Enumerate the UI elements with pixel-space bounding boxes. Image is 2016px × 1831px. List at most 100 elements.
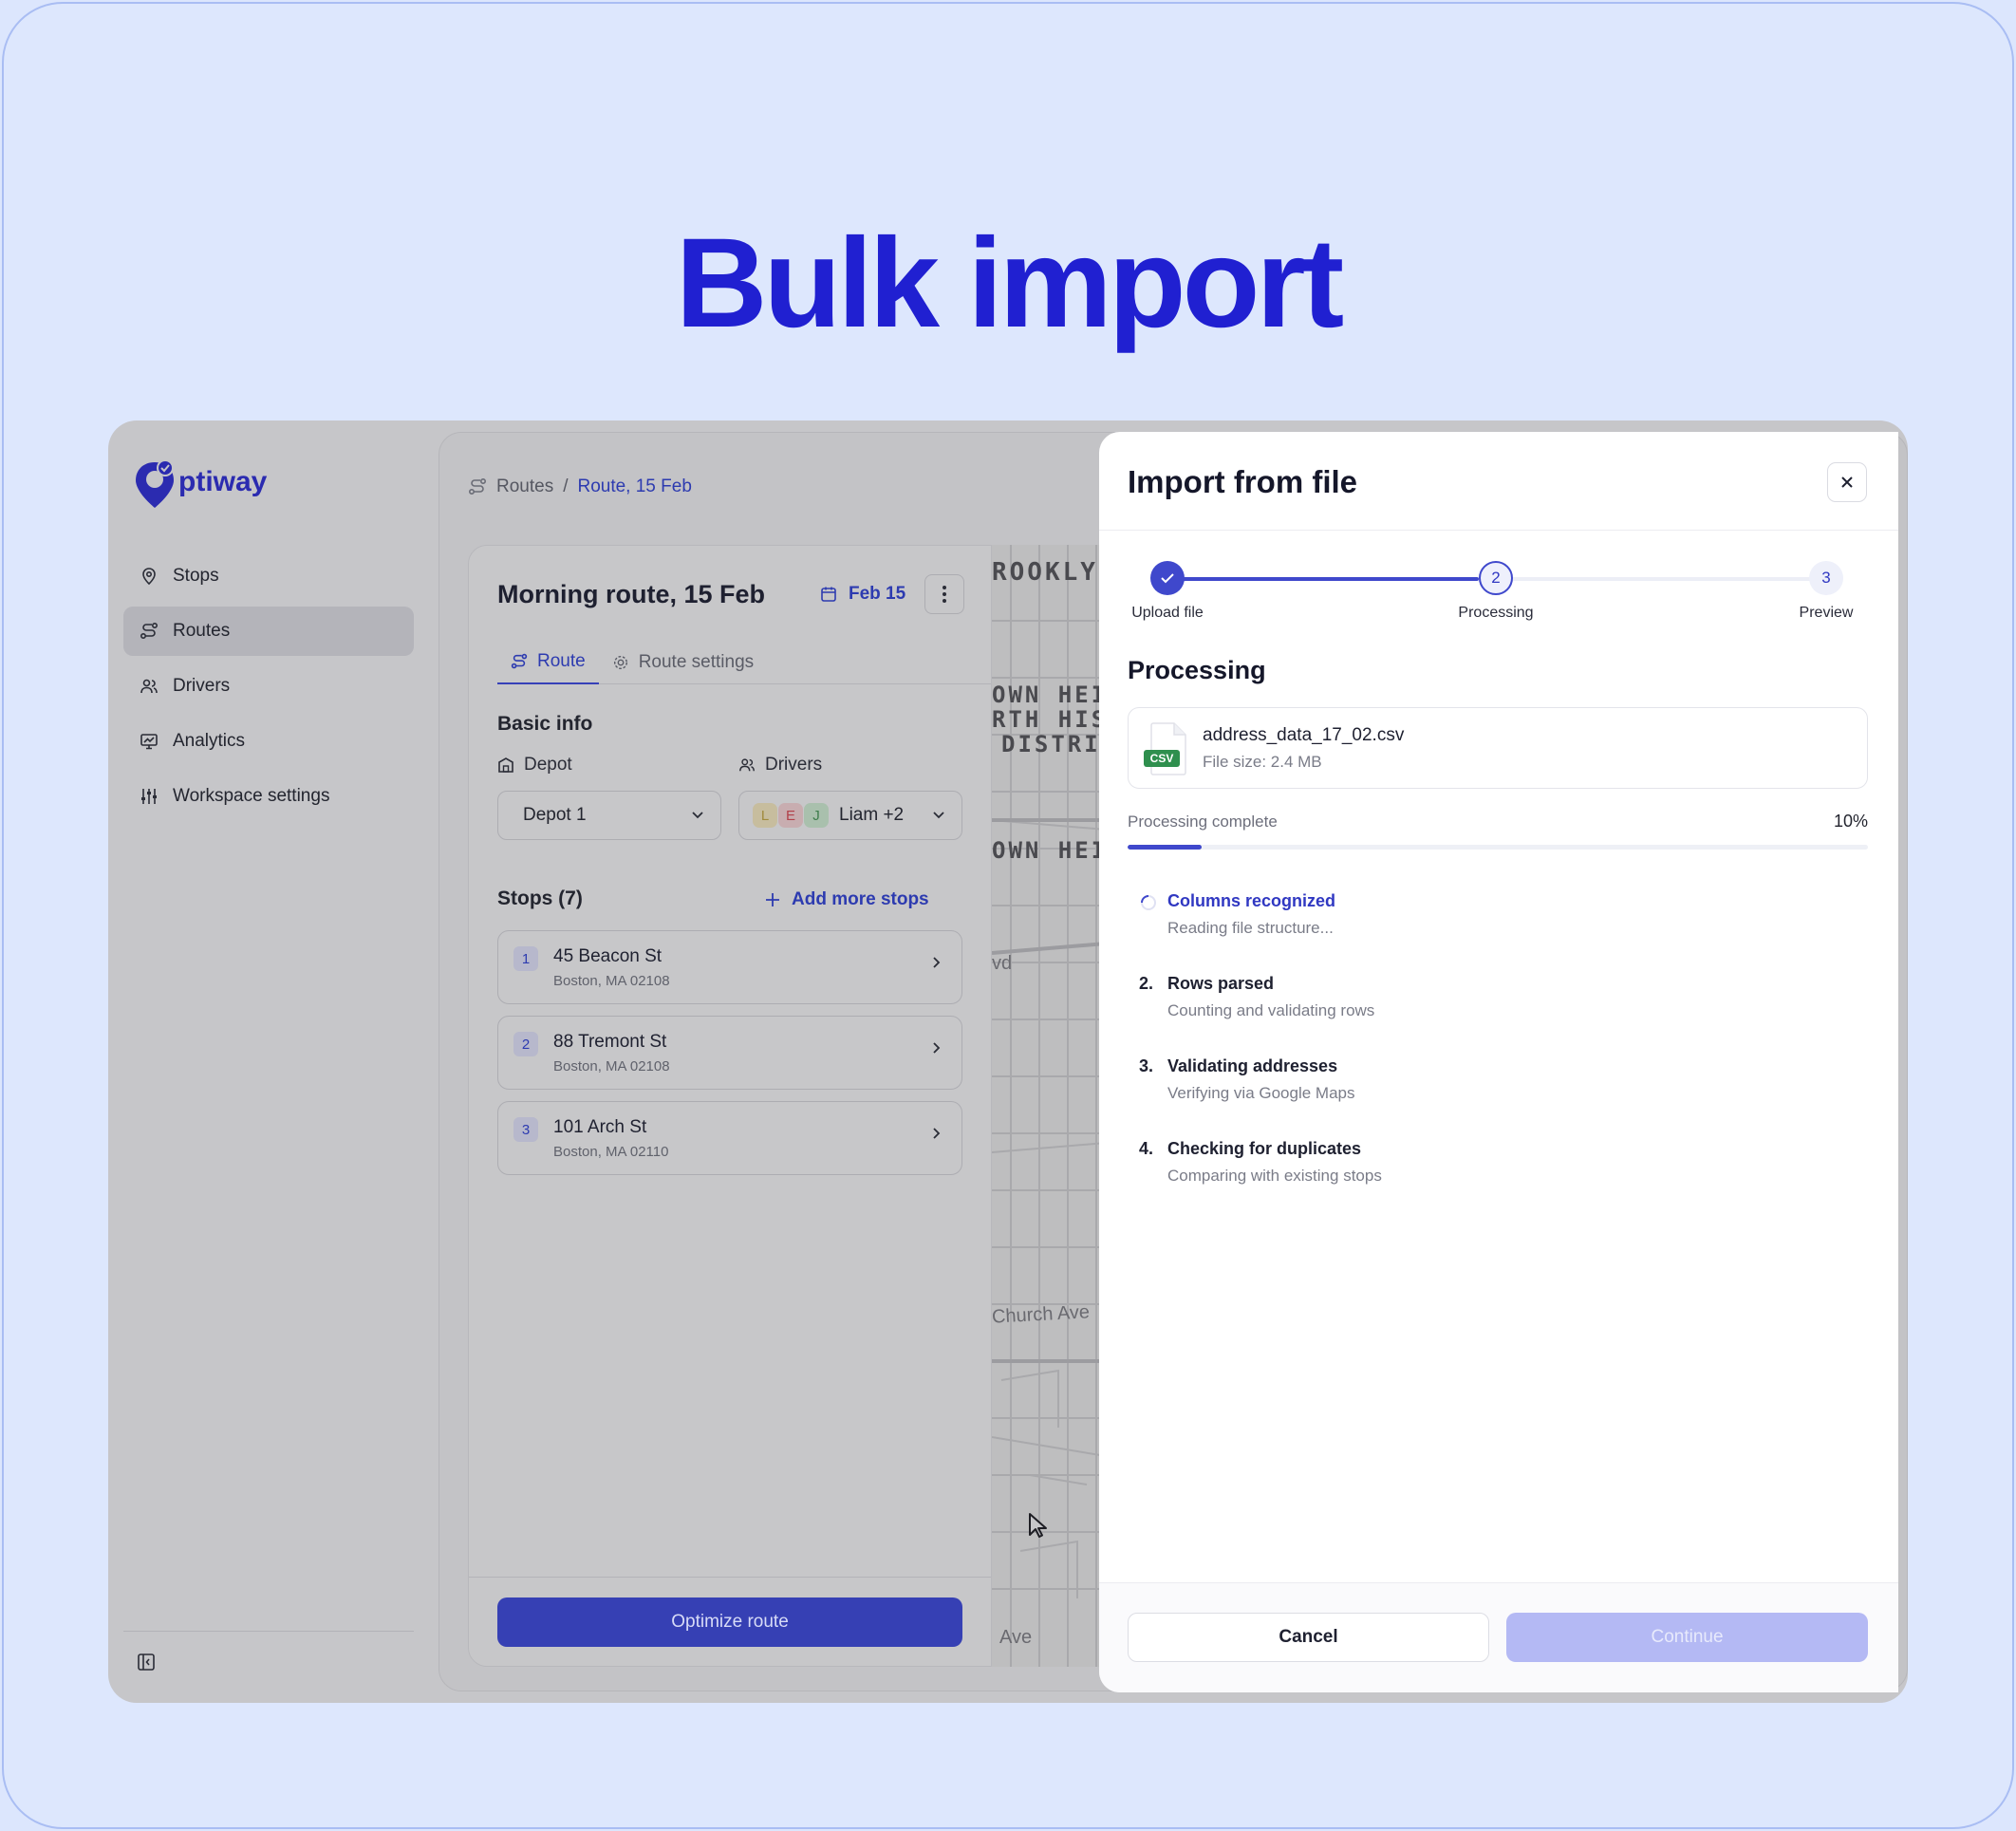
task-title: Columns recognized: [1167, 891, 1336, 910]
close-button[interactable]: [1827, 462, 1867, 502]
progress-bar-fill: [1128, 845, 1202, 850]
stop-item[interactable]: 2 88 Tremont St Boston, MA 02108: [497, 1016, 962, 1090]
stop-item[interactable]: 1 45 Beacon St Boston, MA 02108: [497, 930, 962, 1004]
sidebar-item-label: Analytics: [173, 731, 246, 751]
tab-label: Route: [537, 651, 586, 671]
stepper-line-done: [1166, 577, 1479, 581]
route-icon: [511, 653, 528, 669]
sidebar-item-stops[interactable]: Stops: [123, 551, 414, 601]
avatar: L: [753, 803, 777, 828]
depot-label: Depot: [497, 755, 572, 775]
stop-city: Boston, MA 02108: [553, 1058, 670, 1074]
stops-heading: Stops (7): [497, 887, 583, 909]
file-size: File size: 2.4 MB: [1203, 753, 1322, 771]
avatar: J: [804, 803, 829, 828]
route-icon: [468, 477, 487, 495]
step-preview: 3: [1809, 561, 1843, 595]
task-title: Checking for duplicates: [1167, 1139, 1362, 1158]
calendar-icon: [821, 587, 836, 602]
route-date-label: Feb 15: [849, 584, 906, 604]
collapse-sidebar-icon[interactable]: [137, 1653, 156, 1672]
chevron-down-icon: [692, 812, 703, 819]
map-label: ROOKLY: [992, 558, 1098, 587]
gear-icon: [613, 655, 627, 670]
route-icon: [139, 621, 159, 642]
task-number: 3.: [1139, 1056, 1154, 1075]
step-label: Preview: [1799, 605, 1854, 621]
continue-button[interactable]: Continue: [1506, 1613, 1868, 1662]
map-street-label: Ave: [999, 1627, 1033, 1648]
avatar: E: [778, 803, 803, 828]
check-icon: [1161, 573, 1174, 584]
tab-route[interactable]: Route: [497, 641, 599, 684]
plus-icon: [766, 893, 779, 906]
sidebar-item-analytics[interactable]: Analytics: [123, 717, 414, 766]
sidebar-item-label: Workspace settings: [173, 786, 330, 806]
app-logo[interactable]: ptiway: [133, 458, 267, 512]
depot-select[interactable]: Depot 1: [497, 791, 721, 840]
chevron-right-icon: [933, 1042, 941, 1054]
chevron-down-icon: [933, 812, 944, 819]
building-icon: [498, 757, 513, 773]
chevron-right-icon: [933, 957, 941, 968]
breadcrumb-routes-link[interactable]: Routes: [496, 476, 553, 497]
task-number: 2.: [1139, 974, 1154, 993]
csv-file-icon: CSV: [1144, 721, 1189, 776]
stop-number: 2: [513, 1032, 538, 1056]
users-icon: [739, 758, 755, 772]
stop-address: 101 Arch St: [553, 1117, 647, 1137]
depot-value: Depot 1: [523, 805, 587, 825]
route-title: Morning route, 15 Feb: [497, 580, 766, 608]
drivers-label: Drivers: [738, 755, 822, 775]
map-pin-icon: [139, 566, 159, 587]
drivers-value: Liam +2: [839, 805, 905, 825]
chart-icon: [139, 731, 159, 752]
sidebar-item-label: Stops: [173, 566, 219, 586]
sliders-icon: [139, 786, 159, 807]
task-title: Validating addresses: [1167, 1056, 1338, 1075]
task-subtitle: Verifying via Google Maps: [1167, 1084, 1355, 1102]
logo-pin-icon: [136, 459, 174, 508]
stop-number: 1: [513, 946, 538, 971]
sidebar-item-drivers[interactable]: Drivers: [123, 662, 414, 711]
hero-title: Bulk import: [675, 213, 1344, 354]
cancel-button[interactable]: Cancel: [1128, 1613, 1489, 1662]
map-street-label: vd: [992, 953, 1013, 974]
csv-badge: CSV: [1149, 752, 1174, 765]
optimize-route-button[interactable]: Optimize route: [497, 1597, 962, 1647]
sidebar-nav: Stops Routes Drivers Analytics Workspace…: [123, 551, 414, 827]
step-upload-file: [1150, 561, 1185, 595]
sidebar-item-label: Drivers: [173, 676, 231, 696]
stop-item[interactable]: 3 101 Arch St Boston, MA 02110: [497, 1101, 962, 1175]
stepper-line-upcoming: [1511, 577, 1822, 581]
add-more-stops-button[interactable]: Add more stops: [765, 889, 929, 910]
stop-city: Boston, MA 02108: [553, 973, 670, 989]
processing-heading: Processing: [1128, 656, 1266, 684]
drivers-select[interactable]: L E J Liam +2: [738, 791, 962, 840]
progress-value: 10%: [1833, 812, 1868, 831]
more-options-button[interactable]: [924, 574, 964, 614]
progress-label: Processing complete: [1128, 813, 1278, 831]
logo-text: ptiway: [178, 466, 268, 497]
task-subtitle: Reading file structure...: [1167, 919, 1334, 937]
task-number: 4.: [1139, 1139, 1154, 1158]
driver-avatars: L E J: [753, 803, 830, 828]
stop-address: 88 Tremont St: [553, 1032, 667, 1052]
sidebar-item-routes[interactable]: Routes: [123, 607, 414, 656]
progress-bar: [1128, 845, 1868, 850]
route-panel: Morning route, 15 Feb Feb 15 Route Route…: [468, 545, 992, 1667]
sidebar-divider: [123, 1631, 414, 1632]
users-icon: [139, 676, 159, 697]
file-card: CSV address_data_17_02.csv File size: 2.…: [1128, 707, 1868, 789]
spinner-icon: [1141, 895, 1156, 910]
stop-number: 3: [513, 1117, 538, 1142]
breadcrumb-separator: /: [563, 476, 569, 496]
sidebar-item-workspace-settings[interactable]: Workspace settings: [123, 772, 414, 821]
kebab-menu-icon: [943, 586, 946, 603]
step-processing: 2: [1479, 561, 1513, 595]
modal-title: Import from file: [1128, 464, 1358, 499]
basic-info-heading: Basic info: [497, 713, 593, 735]
route-date-picker[interactable]: Feb 15: [820, 584, 905, 605]
breadcrumb: Routes / Route, 15 Feb: [468, 476, 692, 497]
tab-route-settings[interactable]: Route settings: [599, 641, 767, 684]
